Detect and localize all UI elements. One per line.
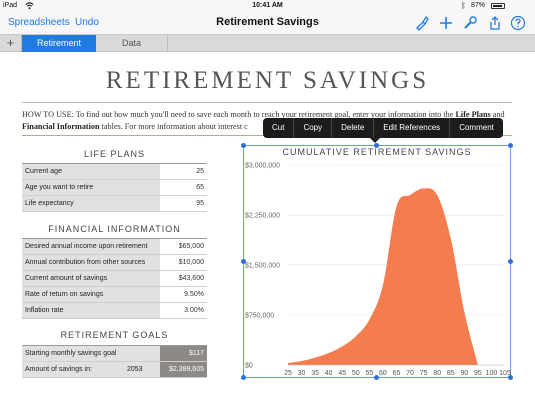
y-tick-label: $1,500,000	[245, 263, 280, 270]
life-plans-table[interactable]: Current age 25 Age you want to retire 65 L…	[22, 163, 207, 212]
share-icon[interactable]	[487, 15, 503, 31]
resize-handle[interactable]	[508, 143, 513, 148]
financial-information-title: FINANCIAL INFORMATION	[48, 224, 181, 234]
table-row[interactable]: Annual contribution from other sources $1…	[22, 255, 207, 271]
howto-tail: tables. For more information about inter…	[99, 122, 248, 131]
add-sheet-button[interactable]: +	[0, 35, 22, 52]
x-tick-label: 100	[486, 370, 498, 377]
row-label: Age you want to retire	[22, 180, 160, 195]
resize-handle[interactable]	[374, 375, 379, 380]
row-label: Amount of savings in: 2053	[22, 362, 160, 377]
table-row[interactable]: Age you want to retire 65	[22, 180, 207, 196]
status-bar: iPad 10:41 AM ᛒ 87%	[0, 0, 535, 12]
tab-retirement[interactable]: Retirement	[22, 35, 96, 52]
row-label: Desired annual income upon retirement	[22, 239, 160, 254]
table-row[interactable]: Starting monthly savings goal $117	[22, 346, 207, 362]
table-row[interactable]: Amount of savings in: 2053 $2,389,605	[22, 362, 207, 378]
x-tick-label: 35	[311, 370, 319, 377]
x-tick-label: 50	[352, 370, 360, 377]
y-tick-label: $0	[245, 363, 253, 370]
row-value[interactable]: $2,389,605	[160, 362, 207, 377]
bluetooth-icon: ᛒ	[461, 1, 466, 10]
row-value[interactable]: $10,000	[160, 255, 207, 270]
row-label: Current age	[22, 164, 160, 179]
life-plans-title: LIFE PLANS	[83, 149, 146, 159]
x-tick-label: 80	[433, 370, 441, 377]
sheet-tab-bar: + Retirement Data	[0, 34, 535, 52]
resize-handle[interactable]	[374, 143, 379, 148]
x-tick-label: 55	[365, 370, 373, 377]
row-year: 2053	[127, 366, 143, 373]
y-tick-label: $3,000,000	[245, 163, 280, 170]
retirement-goals-title: RETIREMENT GOALS	[60, 330, 169, 340]
row-label: Current amount of savings	[22, 271, 160, 286]
x-tick-label: 45	[338, 370, 346, 377]
row-value[interactable]: 95	[160, 196, 207, 211]
row-value[interactable]: 3.00%	[160, 303, 207, 318]
help-icon[interactable]	[510, 15, 526, 31]
tab-data[interactable]: Data	[96, 35, 168, 52]
popup-caret	[370, 138, 380, 143]
howto-financial-information: Financial Information	[22, 122, 100, 131]
x-tick-label: 60	[379, 370, 387, 377]
howto-lead: HOW TO USE:	[22, 110, 74, 119]
table-row[interactable]: Current age 25	[22, 164, 207, 180]
toolbar: Spreadsheets Undo Retirement Savings	[0, 12, 535, 34]
document-title: Retirement Savings	[216, 16, 319, 28]
edit-popup-menu: Cut Copy Delete Edit References Comment	[263, 118, 503, 138]
table-row[interactable]: Inflation rate 3.00%	[22, 303, 207, 319]
table-row[interactable]: Desired annual income upon retirement $65…	[22, 239, 207, 255]
row-value[interactable]: 25	[160, 164, 207, 179]
format-brush-icon[interactable]	[414, 15, 430, 31]
table-row[interactable]: Life expectancy 95	[22, 196, 207, 212]
battery-percent: 87%	[471, 2, 486, 9]
divider	[22, 102, 512, 103]
row-label: Starting monthly savings goal	[22, 346, 160, 361]
row-value[interactable]: $65,000	[160, 239, 207, 254]
row-value[interactable]: 9.50%	[160, 287, 207, 302]
delete-menu-item[interactable]: Delete	[332, 118, 375, 138]
add-icon[interactable]	[438, 15, 454, 31]
x-tick-label: 40	[325, 370, 333, 377]
battery-icon	[491, 3, 505, 9]
row-value[interactable]: $117	[160, 346, 207, 361]
row-label: Rate of return on savings	[22, 287, 160, 302]
resize-handle[interactable]	[241, 143, 246, 148]
x-tick-label: 75	[420, 370, 428, 377]
cut-menu-item[interactable]: Cut	[263, 118, 295, 138]
financial-information-table[interactable]: Desired annual income upon retirement $65…	[22, 238, 207, 319]
comment-menu-item[interactable]: Comment	[450, 118, 503, 138]
x-tick-label: 65	[393, 370, 401, 377]
y-tick-label: $2,250,000	[245, 213, 280, 220]
x-tick-label: 85	[447, 370, 455, 377]
resize-handle[interactable]	[241, 375, 246, 380]
resize-handle[interactable]	[508, 259, 513, 264]
row-value[interactable]: $43,600	[160, 271, 207, 286]
edit-references-menu-item[interactable]: Edit References	[374, 118, 451, 138]
row-label: Inflation rate	[22, 303, 160, 318]
clock: 10:41 AM	[252, 2, 283, 9]
x-tick-label: 25	[284, 370, 292, 377]
resize-handle[interactable]	[508, 375, 513, 380]
x-tick-label: 70	[406, 370, 414, 377]
row-label: Life expectancy	[22, 196, 160, 211]
x-tick-label: 95	[474, 370, 482, 377]
wrench-icon[interactable]	[462, 15, 478, 31]
row-value[interactable]: 65	[160, 180, 207, 195]
x-tick-label: 90	[460, 370, 468, 377]
retirement-goals-table[interactable]: Starting monthly savings goal $117 Amount…	[22, 345, 207, 378]
row-label: Annual contribution from other sources	[22, 255, 160, 270]
table-row[interactable]: Rate of return on savings 9.50%	[22, 287, 207, 303]
table-row[interactable]: Current amount of savings $43,600	[22, 271, 207, 287]
y-tick-label: $750,000	[245, 313, 274, 320]
row-label-text: Amount of savings in:	[25, 366, 92, 373]
x-tick-label: 30	[298, 370, 306, 377]
page-title: RETIREMENT SAVINGS	[105, 67, 430, 94]
cumulative-savings-chart[interactable]: $0 $750,000 $1,500,000 $2,250,000 $3,000,000…	[243, 145, 511, 380]
row-label-text: Starting monthly savings goal	[25, 350, 117, 357]
resize-handle[interactable]	[241, 259, 246, 264]
copy-menu-item[interactable]: Copy	[294, 118, 333, 138]
screen: iPad 10:41 AM ᛒ 87% Spreadsheets Undo Re…	[0, 0, 535, 401]
